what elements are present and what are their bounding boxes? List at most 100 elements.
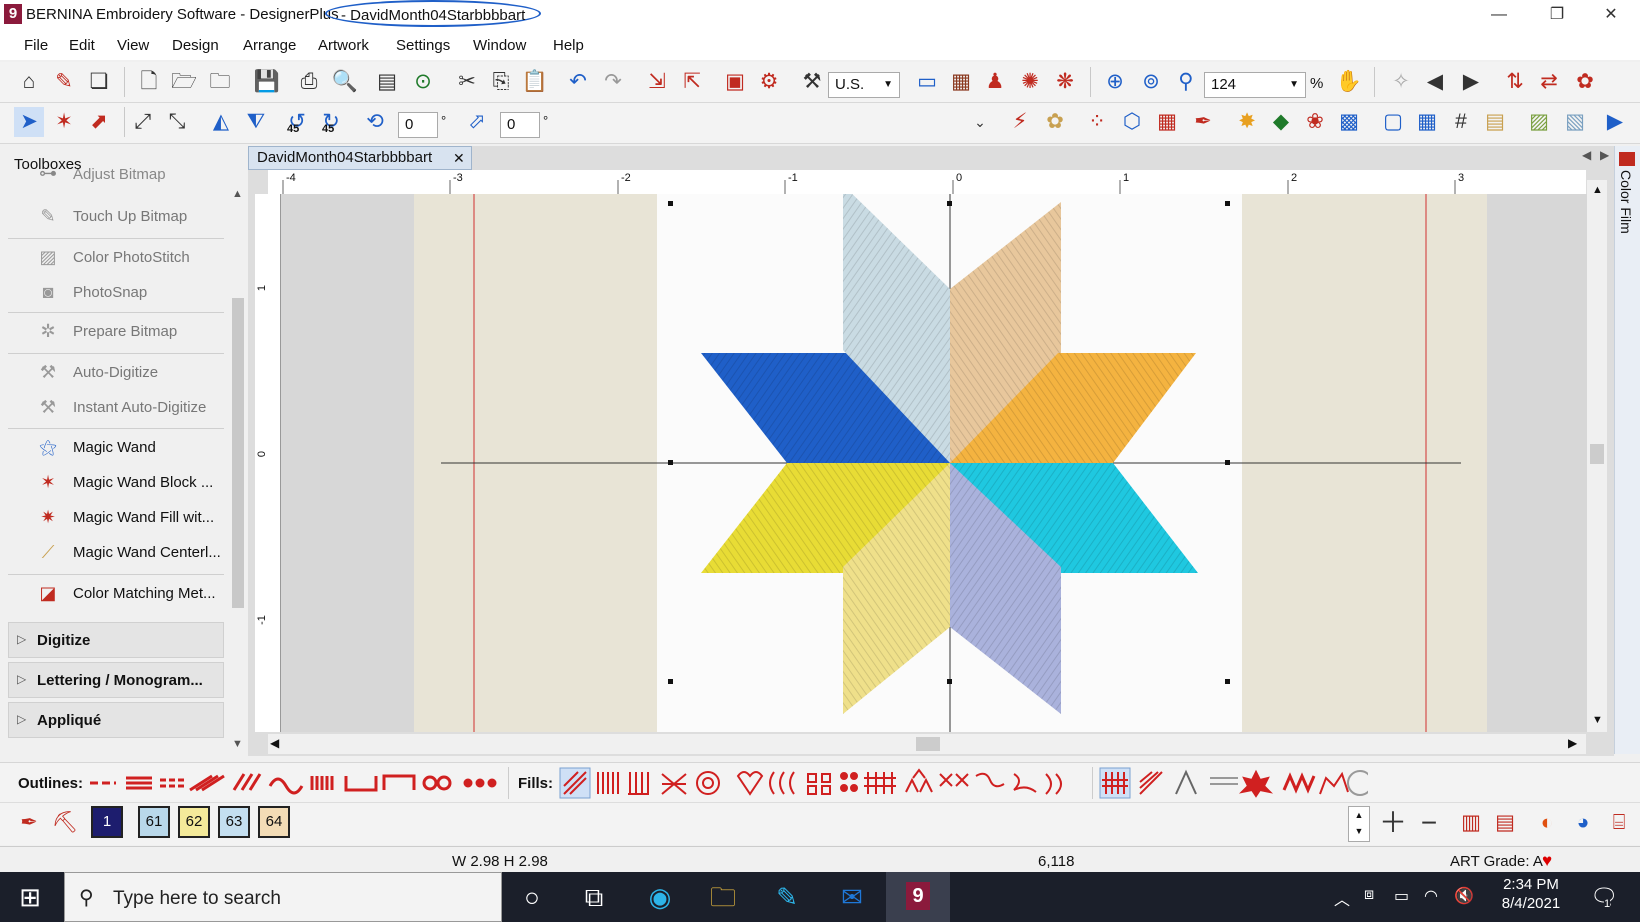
tools-icon[interactable]: ⚒ xyxy=(797,67,827,97)
menu-help[interactable]: Help xyxy=(553,37,584,54)
outline-stitch-icons[interactable] xyxy=(88,768,508,798)
resequence-icon[interactable]: ⇅ xyxy=(1500,67,1530,97)
scale-icon[interactable]: ⤢ xyxy=(128,107,158,137)
star-icon[interactable]: ✸ xyxy=(1232,107,1262,137)
wifi-icon[interactable]: ◠ xyxy=(1424,886,1438,906)
save-icon[interactable]: 💾 xyxy=(252,67,282,97)
color-wheel-icon[interactable]: ◐ xyxy=(1532,808,1562,838)
undo-icon[interactable]: ↶ xyxy=(563,67,593,97)
paste-icon[interactable]: 📋 xyxy=(520,67,550,97)
grid-lines-icon[interactable]: # xyxy=(1446,107,1476,137)
volume-muted-icon[interactable]: 🔇 xyxy=(1454,886,1474,906)
color-blend-icon[interactable]: ◕ xyxy=(1568,808,1598,838)
menu-design[interactable]: Design xyxy=(172,37,219,54)
menu-arrange[interactable]: Arrange xyxy=(243,37,296,54)
star-design[interactable] xyxy=(281,194,1587,732)
color-sort-icon[interactable]: ⇄ xyxy=(1534,67,1564,97)
fill-grid-icon[interactable]: ▦ xyxy=(1152,107,1182,137)
tool-magic-wand-fill[interactable]: ✷ Magic Wand Fill wit... xyxy=(8,500,224,534)
artwork-show-icon[interactable]: ▨ xyxy=(1524,107,1554,137)
color-swatch[interactable]: 61 xyxy=(138,806,170,838)
mirror-horizontal-icon[interactable]: ◭ xyxy=(206,107,236,137)
print-preview-icon[interactable]: 🔍 xyxy=(330,67,360,97)
spiral-icon[interactable]: ✺ xyxy=(1015,67,1045,97)
color-swatch[interactable]: 64 xyxy=(258,806,290,838)
point-select-icon[interactable]: ⬈ xyxy=(84,107,114,137)
quilt-icon[interactable]: ❀ xyxy=(1300,107,1330,137)
scroll-up-icon[interactable]: ▲ xyxy=(232,188,243,200)
color-swatch[interactable]: 1 xyxy=(91,806,123,838)
copy-icon[interactable]: ⎘ xyxy=(486,67,516,97)
stitch-tool-icons[interactable] xyxy=(1098,766,1368,800)
restore-button[interactable]: ❐ xyxy=(1528,0,1586,30)
outlook-icon[interactable]: ✉ xyxy=(832,880,872,914)
menu-settings[interactable]: Settings xyxy=(396,37,450,54)
stitch-show-icon[interactable]: ▧ xyxy=(1560,107,1590,137)
slant-icon[interactable]: ⬀ xyxy=(462,107,492,137)
windows-icon[interactable]: ❏ xyxy=(84,67,114,97)
redo-icon[interactable]: ↷ xyxy=(598,67,628,97)
send-to-machine-icon[interactable]: ⊙ xyxy=(408,67,438,97)
film-icon[interactable]: ▦ xyxy=(946,67,976,97)
cut-icon[interactable]: ✂ xyxy=(452,67,482,97)
clock[interactable]: 2:34 PM 8/4/2021 xyxy=(1496,876,1566,912)
scroll-down-icon[interactable]: ▼ xyxy=(1592,714,1603,726)
swatch-scroll[interactable]: ▲ ▼ xyxy=(1348,806,1370,842)
menu-artwork[interactable]: Artwork xyxy=(318,37,369,54)
zoom-select[interactable]: 124 ▼ xyxy=(1204,72,1306,98)
scroll-thumb[interactable] xyxy=(232,298,244,608)
open-folder-icon[interactable]: 🗁 xyxy=(169,67,199,97)
tab-close-icon[interactable]: ✕ xyxy=(453,147,465,169)
write-to-card-icon[interactable]: ▤ xyxy=(372,67,402,97)
open-design-icon[interactable]: 🗀 xyxy=(205,67,235,97)
zoom-fit-icon[interactable]: ⊚ xyxy=(1136,67,1166,97)
pan-hand-icon[interactable]: ✋ xyxy=(1334,67,1364,97)
embroidery-mode-icon[interactable]: ✎ xyxy=(49,67,79,97)
previous-icon[interactable]: ◀ xyxy=(1420,67,1450,97)
color-swatch[interactable]: 63 xyxy=(218,806,250,838)
thread-colors-icon[interactable]: ▤ xyxy=(1490,808,1520,838)
digitize-line-icon[interactable]: ⚡ xyxy=(1005,107,1035,137)
color-swatch[interactable]: 62 xyxy=(178,806,210,838)
eyedropper-icon[interactable]: ✒ xyxy=(14,808,44,838)
document-tab[interactable]: DavidMonth04Starbbbbart ✕ xyxy=(248,146,472,170)
tool-color-photostitch[interactable]: ▨ Color PhotoStitch xyxy=(8,240,224,274)
canvas-vertical-scrollbar[interactable]: ▲ ▼ xyxy=(1587,180,1607,732)
menu-view[interactable]: View xyxy=(117,37,149,54)
stamp-icon[interactable]: ♟ xyxy=(980,67,1010,97)
toolbar-overflow-icon[interactable]: ⌄ xyxy=(965,107,995,137)
canvas-horizontal-scrollbar[interactable]: ◀ ▶ xyxy=(268,734,1586,754)
select-arrow-icon[interactable]: ➤ xyxy=(14,107,44,137)
units-select[interactable]: U.S. ▼ xyxy=(828,72,900,98)
hoop-icon[interactable]: ▭ xyxy=(912,67,942,97)
thread-chart-icon[interactable]: ▥ xyxy=(1456,808,1486,838)
edge-browser-icon[interactable]: ◉ xyxy=(640,880,680,914)
tool-photosnap[interactable]: ◙ PhotoSnap xyxy=(8,275,224,309)
tool-magic-wand-centerline[interactable]: ⟋ Magic Wand Centerl... xyxy=(8,535,224,569)
tool-magic-wand-block[interactable]: ✶ Magic Wand Block ... xyxy=(8,465,224,499)
file-explorer-icon[interactable]: 🗀 xyxy=(703,880,743,914)
tray-chevron-icon[interactable]: ︿ xyxy=(1334,886,1350,910)
connect-icon[interactable]: ✿ xyxy=(1570,67,1600,97)
remove-color-icon[interactable]: − xyxy=(1414,808,1444,838)
cortana-icon[interactable]: ○ xyxy=(512,880,552,914)
scroll-down-icon[interactable]: ▼ xyxy=(232,738,243,750)
menu-file[interactable]: File xyxy=(24,37,48,54)
print-icon[interactable]: ⎙ xyxy=(294,67,324,97)
scroll-left-icon[interactable]: ◀ xyxy=(270,736,279,750)
task-view-icon[interactable]: ⧉ xyxy=(574,880,614,914)
shapes-icon[interactable]: ◆ xyxy=(1266,107,1296,137)
home-icon[interactable]: ⌂ xyxy=(14,67,44,97)
tool-prepare-bitmap[interactable]: ✲ Prepare Bitmap xyxy=(8,314,224,348)
stitch-player-icon[interactable]: ▶ xyxy=(1600,107,1630,137)
scroll-thumb[interactable] xyxy=(1590,444,1604,464)
hoop-view-icon[interactable]: ▢ xyxy=(1378,107,1408,137)
bernina-taskbar-item[interactable]: 9 xyxy=(886,872,950,922)
minimize-button[interactable]: — xyxy=(1470,0,1528,30)
tool-magic-wand[interactable]: ⚝ Magic Wand xyxy=(8,430,224,464)
color-film-panel[interactable] xyxy=(1614,146,1640,754)
flower-icon[interactable]: ✿ xyxy=(1040,107,1070,137)
zoom-1to1-icon[interactable]: ⊕ xyxy=(1100,67,1130,97)
reshape-icon[interactable]: ✶ xyxy=(49,107,79,137)
pen-tool-icon[interactable]: ✒ xyxy=(1188,107,1218,137)
